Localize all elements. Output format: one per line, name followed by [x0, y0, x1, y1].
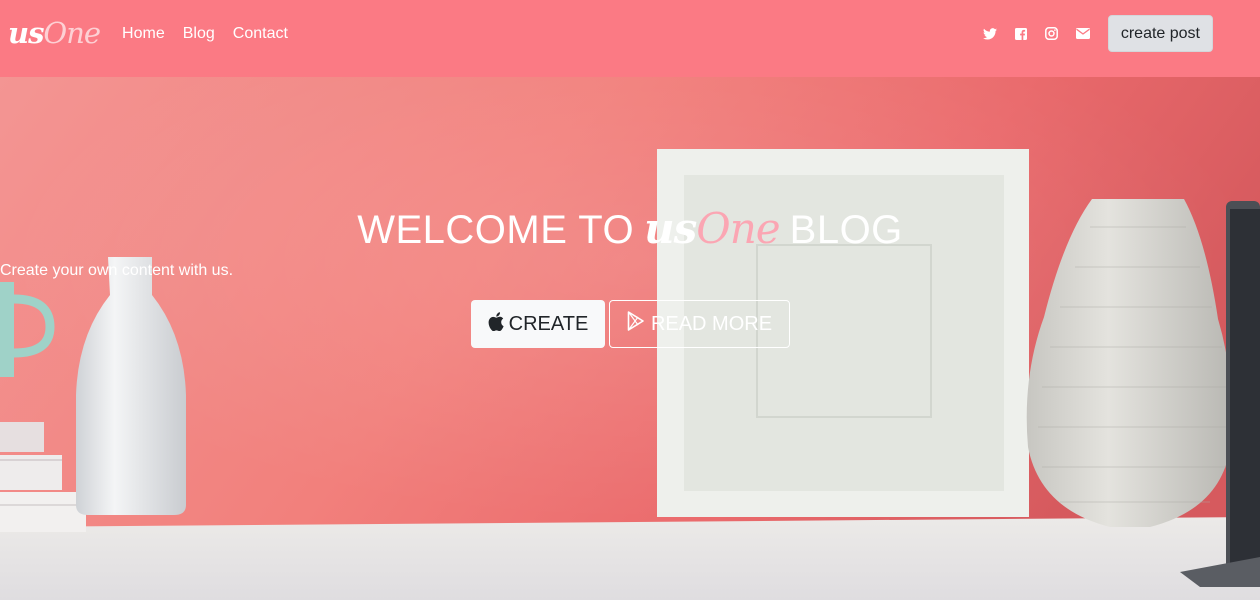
brand-one: One — [43, 16, 101, 50]
read-more-button[interactable]: READ MORE — [609, 300, 790, 348]
hero-title-suffix: BLOG — [789, 208, 903, 252]
navbar: usOne Home Blog Contact create post — [0, 0, 1260, 77]
facebook-icon[interactable] — [1013, 26, 1029, 42]
create-button-label: CREATE — [508, 312, 589, 335]
hero-title-one: One — [696, 204, 780, 253]
hero-title-logo: usOne — [644, 204, 781, 253]
nav-link-home[interactable]: Home — [122, 25, 165, 43]
hero-title-us: us — [644, 204, 697, 253]
nav-link-contact[interactable]: Contact — [233, 25, 288, 43]
brand-logo[interactable]: usOne — [8, 16, 101, 50]
brand-us: us — [8, 16, 44, 50]
instagram-icon[interactable] — [1044, 26, 1060, 42]
read-more-button-label: READ MORE — [650, 312, 773, 335]
play-store-icon — [627, 311, 645, 337]
apple-icon — [488, 311, 504, 337]
nav-right: create post — [982, 15, 1213, 52]
hero-title-prefix: WELCOME TO — [357, 208, 635, 252]
nav-links: Home Blog Contact — [122, 25, 288, 43]
twitter-icon[interactable] — [982, 26, 998, 42]
hero-title: WELCOME TO usOne BLOG — [0, 204, 1260, 253]
create-button[interactable]: CREATE — [471, 300, 605, 348]
hero-subtitle: Create your own content with us. — [0, 262, 234, 279]
envelope-icon[interactable] — [1075, 26, 1091, 42]
create-post-button[interactable]: create post — [1107, 15, 1213, 52]
nav-link-blog[interactable]: Blog — [183, 25, 215, 43]
hero-section: WELCOME TO usOne BLOG Create your own co… — [0, 77, 1260, 600]
